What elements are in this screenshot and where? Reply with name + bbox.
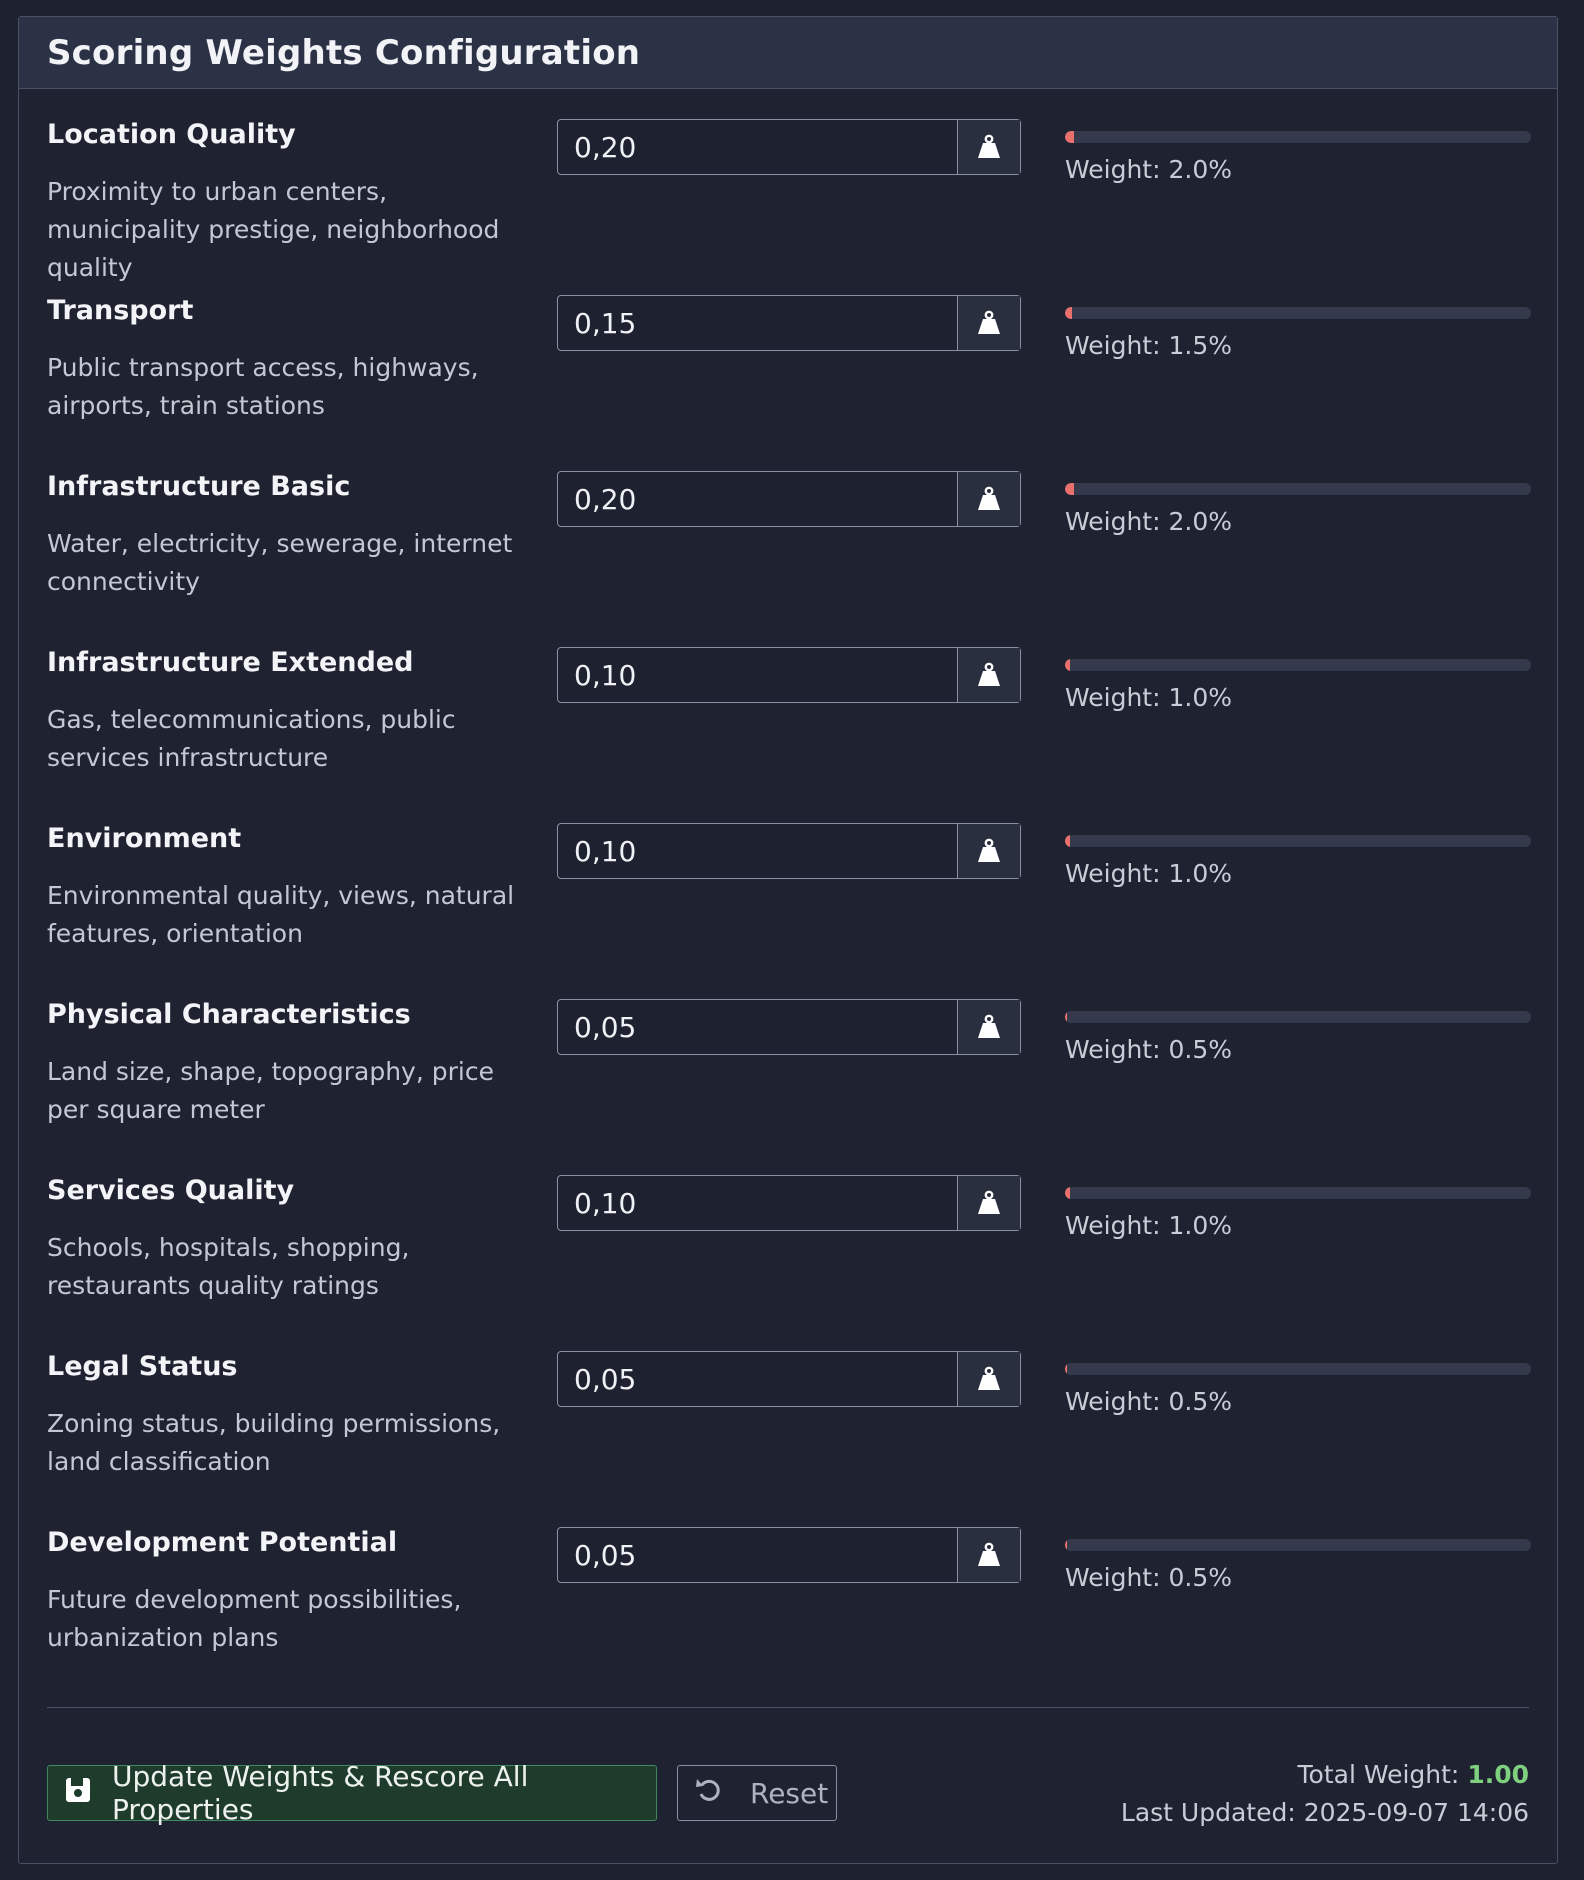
- weight-row: Physical Characteristics Land size, shap…: [47, 969, 1531, 1145]
- weight-description: Environmental quality, views, natural fe…: [47, 881, 515, 948]
- weight-row: Services Quality Schools, hospitals, sho…: [47, 1145, 1531, 1321]
- footer-summary: Total Weight: 1.00 Last Updated: 2025-09…: [1121, 1757, 1529, 1833]
- reset-button[interactable]: Reset: [677, 1765, 837, 1821]
- weight-name: Environment: [47, 823, 242, 854]
- reset-label: Reset: [750, 1776, 829, 1810]
- weight-bar: [1065, 483, 1531, 495]
- total-weight: Total Weight: 1.00: [1121, 1757, 1530, 1793]
- weight-bar: [1065, 307, 1531, 319]
- weight-percent-label: Weight: 2.0%: [1065, 155, 1232, 184]
- last-updated-label: Last Updated:: [1120, 1798, 1296, 1827]
- total-weight-label: Total Weight:: [1297, 1760, 1460, 1789]
- weight-description: Future development possibilities, urbani…: [47, 1585, 462, 1652]
- weight-icon: [957, 1176, 1020, 1230]
- weight-icon: [957, 120, 1020, 174]
- weight-name: Location Quality: [47, 119, 296, 150]
- weight-input[interactable]: [558, 824, 957, 878]
- weight-row: Development Potential Future development…: [47, 1497, 1531, 1673]
- weight-bar: [1065, 1363, 1531, 1375]
- weight-input-group: [557, 999, 1021, 1055]
- weight-bar-fill: [1065, 1011, 1068, 1023]
- weight-name: Transport: [47, 295, 194, 326]
- update-weights-button[interactable]: Update Weights & Rescore All Properties: [47, 1760, 657, 1826]
- weight-description: Gas, telecommunications, public services…: [47, 705, 456, 772]
- total-weight-value: 1.00: [1467, 1760, 1529, 1789]
- weight-name: Development Potential: [47, 1527, 398, 1558]
- weight-bar: [1065, 1011, 1531, 1023]
- weight-input-group: [557, 647, 1021, 703]
- weight-percent-label: Weight: 1.0%: [1065, 859, 1232, 888]
- weight-bar: [1065, 131, 1531, 143]
- weight-input-group: [557, 119, 1021, 175]
- weight-description: Schools, hospitals, shopping, restaurant…: [47, 1233, 410, 1300]
- weight-row: Environment Environmental quality, views…: [47, 793, 1531, 969]
- weight-icon: [957, 648, 1020, 702]
- weight-icon: [957, 472, 1020, 526]
- weight-input-group: [557, 823, 1021, 879]
- weight-input[interactable]: [558, 296, 957, 350]
- weight-percent-label: Weight: 2.0%: [1065, 507, 1232, 536]
- weight-input-group: [557, 471, 1021, 527]
- undo-icon: [694, 1775, 724, 1812]
- weight-bar: [1065, 1187, 1531, 1199]
- weight-description: Land size, shape, topography, price per …: [47, 1057, 494, 1124]
- last-updated-value: 2025-09-07 14:06: [1303, 1798, 1529, 1827]
- panel-title: Scoring Weights Configuration: [47, 32, 641, 73]
- save-icon: [64, 1776, 92, 1811]
- weight-bar: [1065, 659, 1531, 671]
- weight-bar-fill: [1065, 483, 1075, 495]
- panel-header: Scoring Weights Configuration: [19, 17, 1557, 89]
- weight-row: Infrastructure Basic Water, electricity,…: [47, 441, 1531, 617]
- weight-bar-fill: [1065, 131, 1075, 143]
- weight-input-group: [557, 1351, 1021, 1407]
- weight-icon: [957, 1528, 1020, 1582]
- weight-input-group: [557, 1527, 1021, 1583]
- weight-input[interactable]: [558, 472, 957, 526]
- weight-input[interactable]: [558, 648, 957, 702]
- footer-divider: [47, 1707, 1529, 1708]
- weight-description: Water, electricity, sewerage, internet c…: [47, 529, 513, 596]
- weight-bar-fill: [1065, 1363, 1068, 1375]
- weight-icon: [957, 1000, 1020, 1054]
- weight-icon: [957, 824, 1020, 878]
- weight-input[interactable]: [558, 1528, 957, 1582]
- weight-percent-label: Weight: 0.5%: [1065, 1387, 1232, 1416]
- weight-percent-label: Weight: 0.5%: [1065, 1035, 1232, 1064]
- weight-icon: [957, 296, 1020, 350]
- weight-bar-fill: [1065, 307, 1072, 319]
- weight-name: Infrastructure Extended: [47, 647, 414, 678]
- weight-name: Services Quality: [47, 1175, 295, 1206]
- weight-input[interactable]: [558, 1352, 957, 1406]
- weight-icon: [957, 1352, 1020, 1406]
- weight-row: Transport Public transport access, highw…: [47, 265, 1531, 441]
- weight-input[interactable]: [558, 1176, 957, 1230]
- weight-bar-fill: [1065, 659, 1070, 671]
- weight-description: Zoning status, building permissions, lan…: [47, 1409, 501, 1476]
- weight-bar-fill: [1065, 1187, 1070, 1199]
- weight-bar-fill: [1065, 835, 1070, 847]
- scoring-weights-panel: Scoring Weights Configuration Location Q…: [18, 16, 1558, 1864]
- weight-bar: [1065, 835, 1531, 847]
- last-updated: Last Updated: 2025-09-07 14:06: [1121, 1793, 1529, 1833]
- update-weights-label: Update Weights & Rescore All Properties: [112, 1760, 529, 1826]
- weight-input-group: [557, 1175, 1021, 1231]
- weight-row: Location Quality Proximity to urban cent…: [47, 89, 1531, 282]
- weight-row: Infrastructure Extended Gas, telecommuni…: [47, 617, 1531, 793]
- weight-bar: [1065, 1539, 1531, 1551]
- weight-name: Legal Status: [47, 1351, 238, 1382]
- weight-input-group: [557, 295, 1021, 351]
- weight-percent-label: Weight: 1.5%: [1065, 331, 1232, 360]
- weight-row: Legal Status Zoning status, building per…: [47, 1321, 1531, 1497]
- weight-name: Physical Characteristics: [47, 999, 411, 1030]
- weight-description: Public transport access, highways, airpo…: [47, 353, 479, 420]
- weight-input[interactable]: [558, 120, 957, 174]
- weight-percent-label: Weight: 1.0%: [1065, 1211, 1232, 1240]
- weight-percent-label: Weight: 0.5%: [1065, 1563, 1232, 1592]
- weight-bar-fill: [1065, 1539, 1068, 1551]
- weight-percent-label: Weight: 1.0%: [1065, 683, 1232, 712]
- weight-input[interactable]: [558, 1000, 957, 1054]
- weight-name: Infrastructure Basic: [47, 471, 351, 502]
